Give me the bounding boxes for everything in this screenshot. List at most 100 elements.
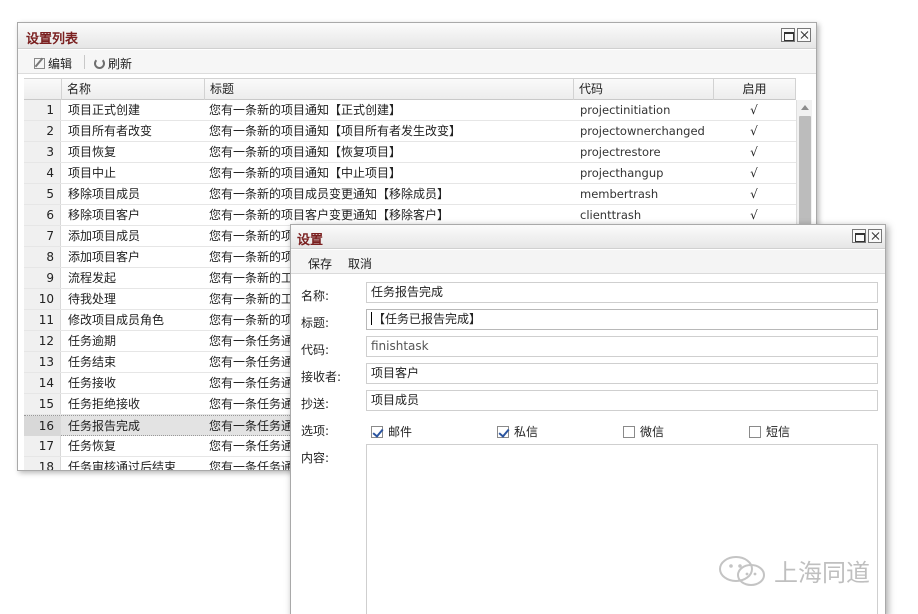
table-row[interactable]: 4 项目中止 您有一条新的项目通知【中止项目】 projecthangup √ — [24, 163, 796, 184]
code-field[interactable]: finishtask — [366, 336, 878, 357]
toolbar-divider — [84, 55, 85, 69]
row-enabled: √ — [750, 187, 758, 201]
row-name: 任务审核通过后结束 — [68, 460, 177, 471]
row-name: 移除项目客户 — [68, 208, 141, 222]
option-checkbox[interactable]: 邮件 — [371, 423, 412, 440]
row-code: projectownerchanged — [580, 124, 705, 138]
row-name: 添加项目客户 — [68, 250, 141, 264]
row-name: 项目中止 — [68, 166, 117, 180]
text-caret — [371, 312, 372, 325]
row-title: 您有一条新的项目通知【中止项目】 — [209, 166, 402, 180]
maximize-icon[interactable] — [781, 28, 795, 42]
table-row[interactable]: 1 项目正式创建 您有一条新的项目通知【正式创建】 projectinitiation… — [24, 100, 796, 121]
row-name: 待我处理 — [68, 292, 117, 306]
header-name[interactable]: 名称 — [62, 79, 205, 100]
row-number: 8 — [24, 247, 61, 267]
table-row[interactable]: 2 项目所有者改变 您有一条新的项目通知【项目所有者发生改变】 projectowne… — [24, 121, 796, 142]
table-row[interactable]: 6 移除项目客户 您有一条新的项目客户变更通知【移除客户】 clienttrash √ — [24, 205, 796, 226]
watermark-text: 上海同道 — [774, 559, 870, 587]
row-enabled: √ — [750, 166, 758, 180]
row-name: 项目恢复 — [68, 145, 117, 159]
row-title: 您有一条新的项目通知【正式创建】 — [209, 103, 402, 117]
row-name: 添加项目成员 — [68, 229, 141, 243]
row-number: 3 — [24, 142, 61, 162]
row-name: 任务逾期 — [68, 334, 117, 348]
cc-field[interactable]: 项目成员 — [366, 390, 878, 411]
dialog-close-icon[interactable] — [868, 229, 882, 243]
save-button[interactable]: 保存 — [308, 255, 332, 272]
table-row[interactable]: 3 项目恢复 您有一条新的项目通知【恢复项目】 projectrestore √ — [24, 142, 796, 163]
row-name: 流程发起 — [68, 271, 117, 285]
option-checkbox[interactable]: 微信 — [623, 423, 664, 440]
row-enabled: √ — [750, 208, 758, 222]
row-code: projecthangup — [580, 166, 664, 180]
checked-box-icon[interactable] — [371, 425, 383, 438]
receiver-field[interactable]: 项目客户 — [366, 363, 878, 384]
row-title: 您有一条新的项目客户变更通知【移除客户】 — [209, 208, 450, 222]
edit-icon — [34, 58, 45, 69]
cc-label: 抄送: — [301, 397, 330, 411]
dialog-title: 设置 — [297, 233, 324, 248]
content-textarea[interactable] — [366, 444, 878, 614]
option-label: 私信 — [514, 425, 539, 439]
row-name: 移除项目成员 — [68, 187, 141, 201]
checked-box-icon[interactable] — [497, 425, 509, 438]
dialog-titlebar[interactable]: 设置 — [291, 225, 885, 249]
header-title[interactable]: 标题 — [205, 79, 574, 100]
name-field[interactable]: 任务报告完成 — [366, 282, 878, 303]
row-number: 2 — [24, 121, 61, 141]
row-number: 17 — [24, 436, 61, 456]
row-code: projectinitiation — [580, 103, 671, 117]
dialog-maximize-icon[interactable] — [852, 229, 866, 243]
options-label: 选项: — [301, 424, 330, 438]
row-number: 16 — [24, 416, 61, 436]
row-code: clienttrash — [580, 208, 642, 222]
row-number: 9 — [24, 268, 61, 288]
row-number: 7 — [24, 226, 61, 246]
row-number: 5 — [24, 184, 61, 204]
unchecked-box-icon[interactable] — [623, 425, 635, 438]
unchecked-box-icon[interactable] — [749, 425, 761, 438]
row-number: 12 — [24, 331, 61, 351]
title-field-value: 【任务已报告完成】 — [373, 312, 482, 326]
row-name: 项目正式创建 — [68, 103, 141, 117]
cancel-button[interactable]: 取消 — [348, 255, 372, 272]
option-checkbox[interactable]: 短信 — [749, 423, 790, 440]
option-label: 邮件 — [388, 425, 413, 439]
grid-header: 名称 标题 代码 启用 — [24, 78, 796, 100]
refresh-button-label: 刷新 — [108, 57, 133, 71]
name-label: 名称: — [301, 289, 330, 303]
title-field[interactable]: 【任务已报告完成】 — [366, 309, 878, 330]
row-title: 您有一条新的项目通知【项目所有者发生改变】 — [209, 124, 462, 138]
row-number: 15 — [24, 394, 61, 414]
row-code: projectrestore — [580, 145, 661, 159]
table-row[interactable]: 5 移除项目成员 您有一条新的项目成员变更通知【移除成员】 membertrash √ — [24, 184, 796, 205]
row-number: 14 — [24, 373, 61, 393]
row-title: 您有一条新的项目通知【恢复项目】 — [209, 145, 402, 159]
row-code: membertrash — [580, 187, 659, 201]
scroll-up-icon[interactable] — [801, 105, 809, 110]
row-enabled: √ — [750, 103, 758, 117]
option-checkbox[interactable]: 私信 — [497, 423, 538, 440]
list-titlebar[interactable]: 设置列表 — [18, 23, 816, 49]
dialog-toolbar: 保存 取消 — [291, 250, 885, 274]
watermark: 上海同道 — [718, 553, 870, 588]
row-number: 10 — [24, 289, 61, 309]
row-name: 修改项目成员角色 — [68, 313, 165, 327]
row-title: 您有一条新的项目成员变更通知【移除成员】 — [209, 187, 450, 201]
refresh-button[interactable]: 刷新 — [94, 55, 132, 72]
row-name: 任务报告完成 — [68, 419, 141, 433]
row-name: 任务接收 — [68, 376, 117, 390]
edit-button[interactable]: 编辑 — [34, 55, 72, 72]
close-icon[interactable] — [797, 28, 811, 42]
header-code[interactable]: 代码 — [574, 79, 714, 100]
row-name: 项目所有者改变 — [68, 124, 153, 138]
row-name: 任务恢复 — [68, 439, 117, 453]
code-label: 代码: — [301, 343, 330, 357]
receiver-label: 接收者: — [301, 370, 342, 384]
option-label: 短信 — [766, 425, 791, 439]
header-enabled[interactable]: 启用 — [714, 79, 796, 100]
refresh-icon — [94, 58, 105, 69]
title-label: 标题: — [301, 316, 330, 330]
row-number: 6 — [24, 205, 61, 225]
